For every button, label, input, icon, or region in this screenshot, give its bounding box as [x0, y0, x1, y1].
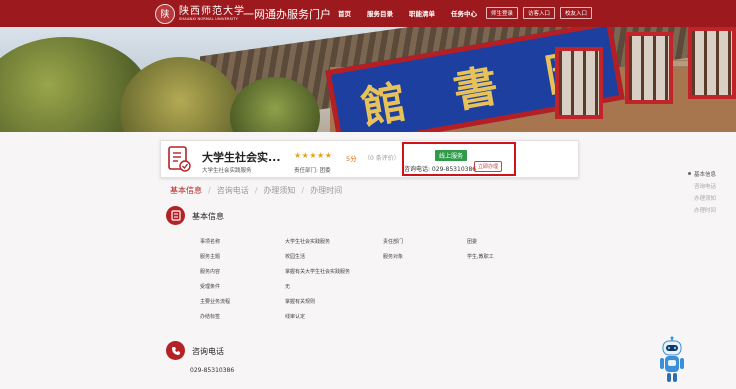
- consult-phone-line: 咨询电话: 029-85310386: [404, 166, 477, 173]
- table-cell: 校园生活: [285, 254, 306, 260]
- table-cell: 受理条件: [200, 284, 221, 290]
- consult-phone-title: 咨询电话: [192, 347, 224, 356]
- table-cell: 办结标签: [200, 314, 221, 320]
- table-cell: 服务对象: [383, 254, 404, 260]
- service-title: 大学生社会实...: [202, 151, 281, 164]
- nav-service-catalog[interactable]: 服务目录: [367, 8, 393, 18]
- table-cell: 掌握有关大学生社会实践服务: [285, 269, 351, 275]
- table-cell: 责任部门: [383, 239, 404, 245]
- table-cell: 服务主题: [200, 254, 221, 260]
- consult-phone-number: 029-85310386: [190, 367, 235, 374]
- table-cell: 服务内容: [200, 269, 221, 275]
- alumni-login-button[interactable]: 校友入口: [560, 7, 593, 19]
- document-icon: [168, 146, 191, 172]
- basic-info-title: 基本信息: [192, 212, 224, 221]
- table-cell: 无: [285, 284, 291, 290]
- table-cell: 大学生社会实践服务: [285, 239, 331, 245]
- sidenav-consult-phone[interactable]: 咨询电话: [694, 182, 716, 190]
- table-cell: 线审认定: [285, 314, 306, 320]
- university-name-en: SHAANXI NORMAL UNIVERSITY: [179, 17, 238, 21]
- university-logo[interactable]: 陕 陕西师范大学 SHAANXI NORMAL UNIVERSITY: [155, 3, 245, 24]
- side-anchor-nav: 基本信息 咨询电话 办理须知 办理时间: [694, 170, 716, 214]
- table-cell: 学生,教职工: [467, 254, 494, 260]
- tab-consult-phone[interactable]: 咨询电话: [217, 185, 249, 196]
- rating-score: 5分: [346, 155, 357, 163]
- nav-task-center[interactable]: 任务中心: [451, 8, 477, 18]
- sidenav-handling-time[interactable]: 办理时间: [694, 206, 716, 214]
- service-card: 大学生社会实... 大学生社会实践服务 ★★★★★ 5分 （0 条评价） 责任部…: [160, 140, 579, 178]
- table-cell: 团委: [467, 239, 478, 245]
- active-dot-icon: [688, 172, 691, 175]
- service-subtitle: 大学生社会实践服务: [202, 168, 252, 174]
- phone-section-icon: [166, 341, 185, 360]
- main-nav: 首页 服务目录 职能清单 任务中心: [338, 8, 493, 18]
- rating-stars: ★★★★★: [294, 151, 333, 160]
- online-service-badge: 线上服务: [435, 150, 468, 161]
- login-buttons: 师生登录 访客入口 校友入口: [486, 7, 593, 19]
- info-section-icon: [166, 206, 185, 225]
- table-cell: 主要业务流程: [200, 299, 231, 305]
- portal-title: 一网通办服务门户: [243, 8, 331, 21]
- tab-basic-info[interactable]: 基本信息: [170, 185, 202, 196]
- sidenav-handling-notes[interactable]: 办理须知: [694, 194, 716, 202]
- detail-tabs: 基本信息 / 咨询电话 / 办理须知 / 办理时间: [170, 185, 343, 196]
- responsible-dept: 责任部门: 团委: [294, 168, 331, 174]
- sidenav-basic-info[interactable]: 基本信息: [694, 170, 716, 178]
- review-count[interactable]: （0 条评价）: [364, 153, 400, 162]
- tab-handling-notes[interactable]: 办理须知: [263, 185, 295, 196]
- apply-now-button[interactable]: 立即办理: [474, 161, 503, 172]
- table-cell: 事项名称: [200, 239, 221, 245]
- nav-function-list[interactable]: 职能清单: [409, 8, 435, 18]
- university-name-cn: 陕西师范大学: [179, 6, 245, 17]
- visitor-login-button[interactable]: 访客入口: [523, 7, 556, 19]
- hero-banner-image: 館 書 圖: [0, 27, 736, 132]
- tab-handling-time[interactable]: 办理时间: [310, 185, 342, 196]
- robot-assistant-icon[interactable]: [658, 336, 686, 384]
- university-seal-icon: 陕: [155, 3, 175, 24]
- nav-home[interactable]: 首页: [338, 8, 351, 18]
- table-cell: 掌握有关规则: [285, 299, 316, 305]
- student-login-button[interactable]: 师生登录: [486, 7, 519, 19]
- top-navbar: 陕 陕西师范大学 SHAANXI NORMAL UNIVERSITY 一网通办服…: [0, 0, 736, 27]
